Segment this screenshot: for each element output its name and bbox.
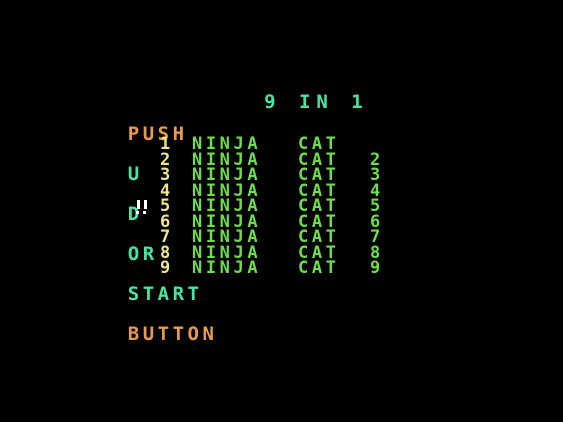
button-label: BUTTON <box>127 323 218 345</box>
menu-item-number: 9 <box>160 258 171 278</box>
game-menu: 1 NINJA CAT 2 NINJA CAT 2 3 NINJA CAT 3 4 NINJA CAT 4 5… <box>160 136 420 278</box>
title-text: 9 IN 1 <box>264 91 369 113</box>
menu-item-suffix: 9 <box>370 258 381 278</box>
game-screen: 9 IN 1 PUSH U D OR START BUTTON 1 NINJA CA… <box>0 0 563 422</box>
menu-item-cat: CAT <box>298 258 340 278</box>
start-key-label: START <box>127 283 203 305</box>
up-key-label: U <box>127 163 143 185</box>
double-exclamation-cursor-icon <box>134 199 150 215</box>
menu-item-name: NINJA <box>192 258 262 278</box>
or-label: OR <box>127 243 158 265</box>
menu-item[interactable]: 9 NINJA CAT 9 <box>160 258 420 278</box>
